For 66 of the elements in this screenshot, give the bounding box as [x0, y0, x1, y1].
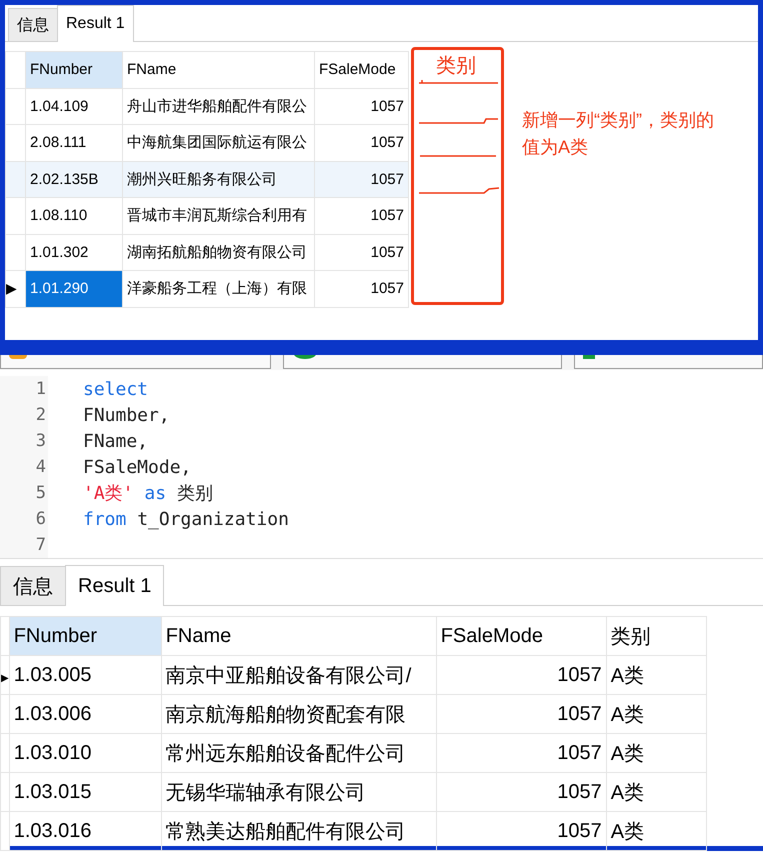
table-cell: 潮州兴旺船务有限公司 — [122, 161, 314, 198]
table-cell: 1.04.109 — [26, 88, 122, 124]
toolbar-button[interactable] — [574, 355, 763, 369]
column-header[interactable]: FSaleMode — [436, 616, 606, 656]
table-cell: 1057 — [314, 198, 408, 234]
table-cell: 晋城市丰润瓦斯综合利用有 — [122, 198, 314, 234]
table-cell: A类 — [606, 772, 706, 812]
code-line: select — [83, 378, 148, 400]
column-header[interactable]: FNumber — [9, 616, 162, 656]
line-number: 7 — [0, 532, 48, 558]
code-line: from t_Organization — [83, 508, 289, 530]
table-cell: 1057 — [436, 694, 606, 734]
table-cell: 常熟美达船舶配件有限公司 — [161, 812, 436, 850]
table-cell: 1057 — [314, 234, 408, 270]
table-cell: 1057 — [314, 161, 408, 198]
table-cell: 1057 — [436, 734, 606, 772]
toolbar-button[interactable] — [283, 355, 562, 369]
result-tab[interactable]: 信息 — [8, 8, 58, 41]
table-cell: A类 — [606, 656, 706, 694]
table-cell: A类 — [606, 812, 706, 850]
table-cell: 1.03.010 — [9, 734, 162, 772]
column-label: 类别 — [436, 54, 476, 79]
table-cell: 2.02.135B — [26, 161, 122, 198]
table-cell: 常州远东船舶设备配件公司 — [161, 734, 436, 772]
table-cell: 1057 — [436, 772, 606, 812]
column-header[interactable]: 类别 — [606, 616, 706, 656]
table-cell: A类 — [606, 694, 706, 734]
code-line: FNumber, — [83, 404, 170, 426]
table-cell: 洋豪船务工程（上海）有限 — [122, 270, 314, 307]
table-cell: 湖南拓航船舶物资有限公司 — [122, 234, 314, 270]
table-cell: 1057 — [436, 656, 606, 694]
table-cell: 南京中亚船舶设备有限公司/ — [161, 656, 436, 694]
table-cell: 1.03.005 — [9, 656, 162, 694]
table-cell: 中海航集团国际航运有限公 — [122, 124, 314, 161]
code-line: FName, — [83, 430, 148, 452]
line-number: 3 — [0, 428, 48, 454]
code-line: 'A类' as 类别 — [83, 482, 213, 505]
line-number: 1 — [0, 376, 48, 402]
table-cell: 1.03.015 — [9, 772, 162, 812]
column-header[interactable]: FSaleMode — [314, 52, 408, 88]
table-cell: 1057 — [314, 270, 408, 307]
table-cell: 1057 — [314, 124, 408, 161]
code-line: FSaleMode, — [83, 456, 192, 478]
table-cell: 1057 — [436, 812, 606, 850]
line-number: 5 — [0, 480, 48, 506]
table-cell: 1.03.016 — [9, 812, 162, 850]
column-header[interactable]: FNumber — [26, 52, 122, 88]
line-number: 4 — [0, 454, 48, 480]
table-cell: 1.03.006 — [9, 694, 162, 734]
table-cell: 1.01.290 — [26, 270, 122, 307]
table-cell: 无锡华瑞轴承有限公司 — [161, 772, 436, 812]
toolbar-button[interactable] — [0, 355, 272, 369]
annotation-note: 新增一列“类别”，类别的值为A类 — [522, 109, 715, 159]
table-cell: 2.08.111 — [26, 124, 122, 161]
column-header[interactable]: FName — [122, 52, 314, 88]
column-header[interactable]: FName — [161, 616, 436, 656]
table-cell: 舟山市进华船舶配件有限公 — [122, 88, 314, 124]
table-cell: A类 — [606, 734, 706, 772]
result-tab[interactable]: Result 1 — [57, 5, 134, 42]
result-tab[interactable]: Result 1 — [65, 565, 164, 606]
result-tab[interactable]: 信息 — [0, 566, 66, 605]
line-number: 6 — [0, 506, 48, 532]
line-number: 2 — [0, 402, 48, 428]
table-cell: 1.08.110 — [26, 198, 122, 234]
table-cell: 1057 — [314, 88, 408, 124]
table-cell: 南京航海船舶物资配套有限 — [161, 694, 436, 734]
